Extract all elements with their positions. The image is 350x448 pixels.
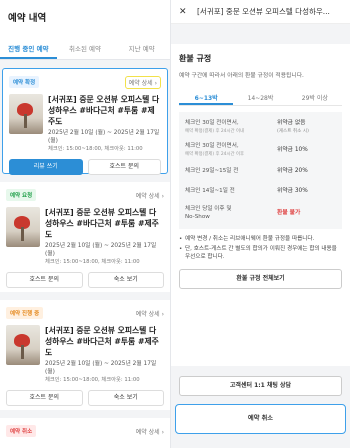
refund-policy-title: 환불 규정 (179, 54, 212, 63)
tab-cancelled[interactable]: 취소된 예약 (57, 34, 114, 59)
divider (171, 24, 350, 44)
tab-6-13-nights[interactable]: 6~13박 (179, 89, 234, 105)
listing-thumbnail (9, 94, 43, 134)
reservation-card[interactable]: 예약 확정 예약 상세 › [서귀포] 중문 오션뷰 오피스텔 다성하우스 #바… (2, 68, 168, 175)
reservation-card[interactable]: 예약 진행 중 예약 상세 › [서귀포] 중문 오션뷰 오피스텔 다성하우스 … (0, 300, 170, 410)
listing-thumbnail (6, 325, 40, 365)
tab-29-plus-nights[interactable]: 29박 이상 (288, 89, 342, 105)
host-inquiry-button[interactable]: 호스트 문의 (6, 272, 83, 288)
view-listing-button[interactable]: 숙소 보기 (87, 390, 164, 406)
stay-dates: 2025년 2월 10일 (월) ~ 2025년 2월 17일 (월) (45, 361, 157, 375)
tab-past[interactable]: 지난 예약 (113, 34, 170, 59)
reservation-detail-link[interactable]: 예약 상세 › (136, 191, 164, 200)
policy-note: 예약 변경 / 취소는 리브애니웨어 환불 규정을 따릅니다. (179, 235, 342, 243)
stay-dates: 2025년 2월 10일 (월) ~ 2025년 2월 17일 (월) (45, 243, 157, 257)
reservation-detail-link[interactable]: 예약 상세 › (124, 75, 161, 89)
host-inquiry-button[interactable]: 호스트 문의 (6, 390, 83, 406)
policy-row: 체크인 14일~1일 전 위약금 30% (185, 188, 308, 195)
reservation-tabs: 진행 중인 예약 취소된 예약 지난 예약 (0, 34, 170, 60)
tab-ongoing[interactable]: 진행 중인 예약 (0, 34, 57, 59)
checkin-times: 체크인: 15:00~18:00, 체크아웃: 11:00 (48, 146, 143, 152)
policy-row: 체크인 29일~15일 전 위약금 20% (185, 168, 308, 175)
host-inquiry-button[interactable]: 호스트 문의 (87, 159, 161, 175)
policy-row: 체크인 30일 전이면서, 예약 확정(결제) 후 24시간 이내 위약금 없음(… (185, 120, 309, 134)
stay-dates: 2025년 2월 10일 (월) ~ 2025년 2월 17일 (월) (48, 130, 160, 144)
checkin-times: 체크인: 15:00~18:00, 체크아웃: 11:00 (45, 259, 140, 265)
listing-title: [서귀포] 중문 오션뷰 오피스텔 다성하우스 #바다근처 #투룸 #제주도 (48, 95, 160, 126)
close-icon[interactable]: ✕ (179, 7, 193, 17)
tab-14-28-nights[interactable]: 14~28박 (233, 89, 287, 105)
status-badge: 예약 취소 (6, 425, 37, 437)
checkin-times: 체크인: 15:00~18:00, 체크아웃: 11:00 (45, 377, 140, 383)
status-badge: 예약 확정 (9, 76, 40, 88)
policy-row: 체크인 당일 이후 및 No-Show 환불 불가 (185, 206, 301, 220)
reservation-card[interactable]: 예약 요청 예약 상세 › [서귀포] 중문 오션뷰 오피스텔 다성하우스 #바… (0, 182, 170, 292)
listing-title: [서귀포] 중문 오션뷰 오피스텔 다성하우스 #바다근처 #투룸 #제주도 (45, 208, 159, 239)
page-title: 예약 내역 (0, 0, 170, 34)
bottom-actions: 고객센터 1:1 채팅 상담 예약 취소 (171, 366, 350, 448)
stay-length-tabs: 6~13박 14~28박 29박 이상 (179, 89, 342, 106)
reservation-detail-panel: ✕ [서귀포] 중문 오션뷰 오피스텔 다성하우... 환불 규정 예약 구간에… (170, 0, 350, 448)
listing-title: [서귀포] 중문 오션뷰 오피스텔 다성하우스 #바다근처 #투룸 #제주도 (45, 326, 159, 357)
reservation-list-panel: 예약 내역 진행 중인 예약 취소된 예약 지난 예약 예약 확정 예약 상세 … (0, 0, 170, 448)
policy-notes: 예약 변경 / 취소는 리브애니웨어 환불 규정을 따릅니다. 단, 호스트-게… (179, 235, 342, 261)
reservation-card[interactable]: 예약 취소 예약 상세 › (0, 418, 170, 448)
policy-row: 체크인 30일 전이면서, 예약 확정(결제) 후 24시간 이후 위약금 10% (185, 143, 308, 157)
refund-policy-table: 체크인 30일 전이면서, 예약 확정(결제) 후 24시간 이내 위약금 없음(… (179, 112, 342, 229)
customer-chat-button[interactable]: 고객센터 1:1 채팅 상담 (179, 376, 342, 396)
status-badge: 예약 요청 (6, 189, 37, 201)
status-badge: 예약 진행 중 (6, 307, 44, 319)
cancel-reservation-button[interactable]: 예약 취소 (175, 404, 346, 434)
reservation-detail-link[interactable]: 예약 상세 › (136, 309, 164, 318)
detail-title: [서귀포] 중문 오션뷰 오피스텔 다성하우... (197, 7, 330, 16)
reservation-detail-link[interactable]: 예약 상세 › (136, 427, 164, 436)
view-full-policy-button[interactable]: 환불 규정 전체보기 (179, 269, 342, 289)
write-review-button[interactable]: 리뷰 쓰기 (9, 159, 83, 175)
policy-note: 단, 호스트-게스트 간 별도의 합의가 이뤄진 경우에는 합의 내용을 우선으… (179, 245, 342, 261)
listing-thumbnail (6, 207, 40, 247)
refund-policy-subtitle: 예약 구간에 따라서 아래의 환불 규정이 적용됩니다. (179, 73, 304, 79)
view-listing-button[interactable]: 숙소 보기 (87, 272, 164, 288)
